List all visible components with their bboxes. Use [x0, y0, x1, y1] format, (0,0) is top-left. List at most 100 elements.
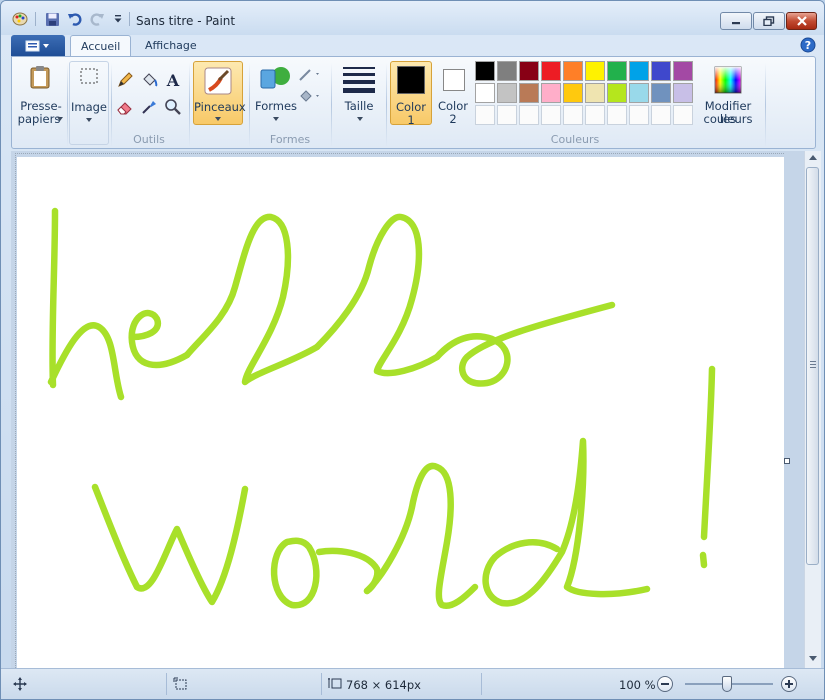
palette-swatch[interactable] — [673, 61, 693, 81]
tab-view[interactable]: Affichage — [135, 35, 207, 57]
zoom-slider-thumb[interactable] — [722, 676, 732, 692]
image-label: Image — [70, 100, 108, 114]
palette-empty-slot[interactable] — [497, 105, 517, 125]
paint-app-icon[interactable] — [11, 10, 29, 28]
palette-swatch[interactable] — [651, 83, 671, 103]
palette-empty-slot[interactable] — [563, 105, 583, 125]
color-picker-icon[interactable] — [138, 96, 160, 118]
palette-swatch[interactable] — [651, 61, 671, 81]
size-label: Taille — [344, 99, 374, 113]
palette-empty-slot[interactable] — [475, 105, 495, 125]
size-button[interactable]: Taille — [337, 61, 381, 131]
magnifier-icon[interactable] — [162, 96, 184, 118]
ribbon-tab-row: Accueil Affichage ? — [1, 35, 824, 57]
file-menu-icon — [25, 40, 49, 51]
palette-swatch[interactable] — [519, 83, 539, 103]
color1-number: 1 — [407, 113, 415, 127]
cursor-position-icon — [13, 677, 27, 691]
window-title: Sans titre - Paint — [136, 14, 236, 28]
select-icon — [80, 68, 98, 84]
color-palette — [475, 61, 697, 131]
chevron-down-icon — [57, 117, 63, 121]
clipboard-icon — [30, 66, 50, 89]
minimize-button[interactable] — [720, 12, 752, 30]
canvas-size-text: 768 × 614px — [346, 678, 421, 692]
color2-number: 2 — [449, 112, 457, 126]
color2-swatch — [443, 69, 465, 91]
brush-icon — [204, 67, 232, 95]
outline-icon[interactable] — [298, 63, 320, 85]
palette-swatch[interactable] — [585, 83, 605, 103]
save-icon[interactable] — [43, 10, 61, 28]
color1-swatch — [397, 66, 425, 94]
palette-swatch[interactable] — [497, 83, 517, 103]
selection-size-icon — [173, 677, 187, 690]
fill-bucket-icon[interactable] — [138, 69, 160, 91]
palette-swatch[interactable] — [541, 61, 561, 81]
edit-colors-button[interactable]: Modifier les couleurs — [697, 61, 759, 131]
clipboard-button[interactable]: Presse- papiers — [17, 61, 65, 145]
palette-swatch[interactable] — [519, 61, 539, 81]
line-size-icon — [343, 67, 375, 93]
scroll-up-icon[interactable] — [809, 155, 817, 161]
plus-icon — [785, 680, 793, 688]
quick-access-dropdown-icon[interactable] — [109, 10, 127, 28]
palette-empty-slot[interactable] — [607, 105, 627, 125]
palette-empty-slot[interactable] — [585, 105, 605, 125]
grip-icon — [810, 361, 816, 368]
brushes-button[interactable]: Pinceaux — [193, 61, 246, 125]
zoom-in-button[interactable] — [781, 676, 797, 692]
chevron-down-icon — [273, 117, 279, 121]
zoom-level-text: 100 % — [619, 678, 656, 692]
palette-swatch[interactable] — [475, 61, 495, 81]
image-button[interactable]: Image — [69, 61, 109, 145]
file-menu-button[interactable] — [11, 35, 65, 56]
colors-group-label: Couleurs — [550, 133, 600, 146]
minimize-icon — [732, 22, 740, 25]
palette-empty-slot[interactable] — [629, 105, 649, 125]
edit-colors-label-2: couleurs — [703, 112, 753, 126]
minus-icon — [661, 683, 669, 685]
svg-text:?: ? — [805, 39, 811, 52]
fill-icon[interactable] — [298, 85, 320, 107]
palette-empty-slot[interactable] — [673, 105, 693, 125]
palette-swatch[interactable] — [629, 83, 649, 103]
palette-swatch[interactable] — [607, 61, 627, 81]
palette-swatch[interactable] — [541, 83, 561, 103]
palette-swatch[interactable] — [497, 61, 517, 81]
palette-empty-slot[interactable] — [519, 105, 539, 125]
canvas-resize-handle[interactable] — [784, 458, 790, 464]
drawing-canvas[interactable] — [17, 157, 784, 668]
canvas-size-icon — [328, 678, 342, 689]
vertical-scrollbar[interactable] — [804, 151, 821, 668]
palette-swatch[interactable] — [673, 83, 693, 103]
eraser-icon[interactable] — [114, 96, 136, 118]
close-button[interactable] — [786, 12, 817, 30]
palette-swatch[interactable] — [629, 61, 649, 81]
title-bar: Sans titre - Paint — [1, 1, 824, 35]
help-icon[interactable]: ? — [800, 37, 816, 53]
undo-icon[interactable] — [66, 10, 84, 28]
palette-swatch[interactable] — [475, 83, 495, 103]
color2-button[interactable]: Color 2 — [434, 61, 472, 126]
svg-text:A: A — [166, 71, 180, 89]
shapes-button[interactable]: Formes — [255, 61, 297, 131]
tab-home[interactable]: Accueil — [70, 35, 132, 57]
shapes-label: Formes — [255, 99, 298, 113]
pencil-icon[interactable] — [114, 69, 136, 91]
maximize-button[interactable] — [753, 12, 785, 30]
palette-swatch[interactable] — [607, 83, 627, 103]
palette-swatch[interactable] — [563, 61, 583, 81]
palette-swatch[interactable] — [563, 83, 583, 103]
paint-window: Sans titre - Paint Accueil Affichage ? P… — [0, 0, 825, 700]
palette-empty-slot[interactable] — [651, 105, 671, 125]
redo-icon[interactable] — [88, 10, 106, 28]
color1-button[interactable]: Color 1 — [390, 61, 432, 127]
palette-empty-slot[interactable] — [541, 105, 561, 125]
text-tool-icon[interactable]: A — [162, 69, 184, 91]
scrollbar-thumb[interactable] — [806, 167, 819, 565]
shapes-group-label: Formes — [269, 133, 311, 146]
scroll-down-icon[interactable] — [809, 656, 817, 662]
zoom-out-button[interactable] — [657, 676, 673, 692]
palette-swatch[interactable] — [585, 61, 605, 81]
